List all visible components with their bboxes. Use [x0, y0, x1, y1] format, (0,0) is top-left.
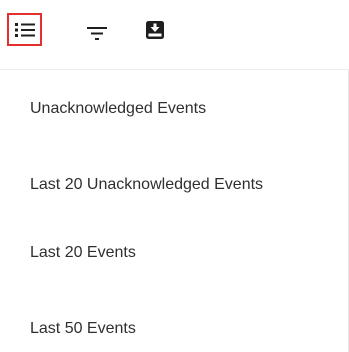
event-filter-menu: Unacknowledged Events Last 20 Unacknowle…: [0, 70, 349, 352]
menu-item-last-20-events[interactable]: Last 20 Events: [0, 225, 349, 281]
menu-item-label: Last 50 Events: [30, 320, 136, 337]
menu-item-unacknowledged-events[interactable]: Unacknowledged Events: [0, 81, 349, 137]
filter-icon: [87, 27, 107, 40]
menu-item-label: Last 20 Events: [30, 244, 136, 261]
download-icon: [146, 21, 164, 39]
menu-item-last-20-unacknowledged-events[interactable]: Last 20 Unacknowledged Events: [0, 157, 349, 213]
filter-button[interactable]: [85, 22, 109, 44]
list-view-button[interactable]: [7, 13, 42, 46]
menu-item-label: Unacknowledged Events: [30, 100, 207, 117]
toolbar: [0, 0, 349, 70]
event-view-panel: Unacknowledged Events Last 20 Unacknowle…: [0, 0, 349, 352]
list-icon: [14, 22, 35, 37]
menu-item-last-50-events[interactable]: Last 50 Events: [0, 301, 349, 352]
export-button[interactable]: [143, 18, 167, 42]
menu-item-label: Last 20 Unacknowledged Events: [30, 176, 264, 193]
